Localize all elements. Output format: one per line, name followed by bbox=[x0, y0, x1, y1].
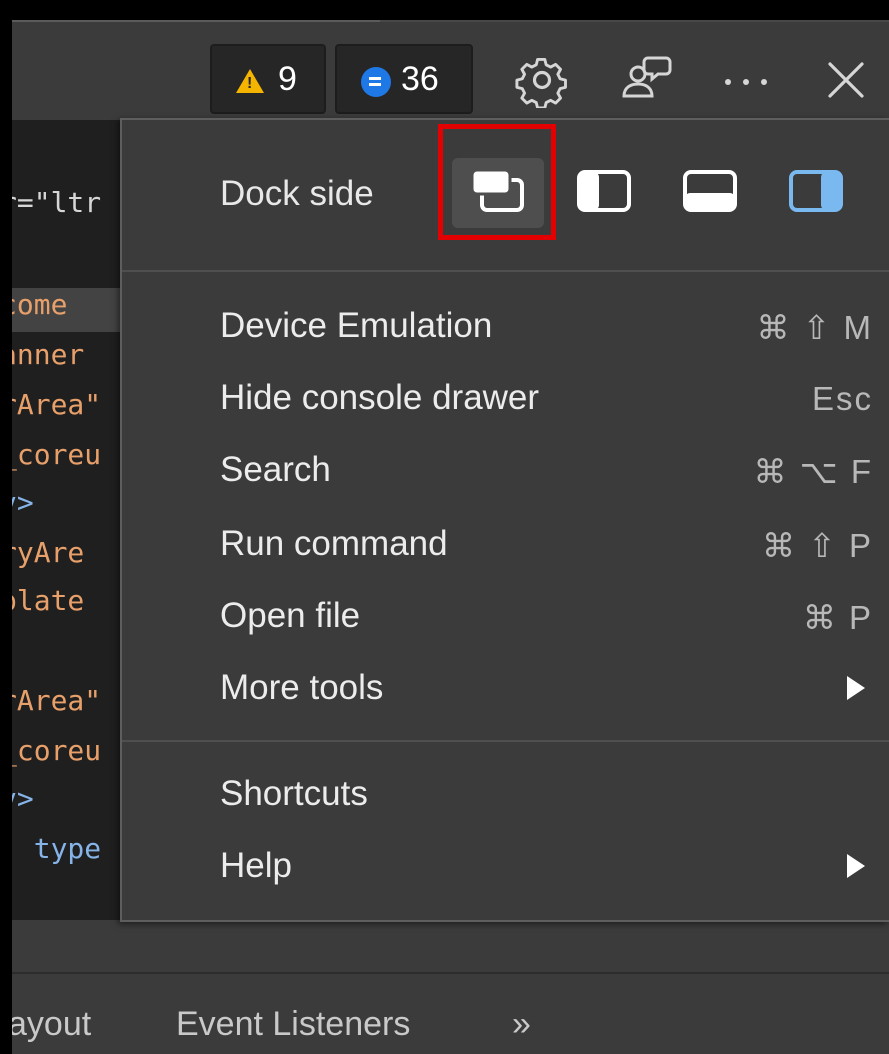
menu-item-run-command[interactable]: Run command ⌘ ⇧ P bbox=[122, 508, 889, 580]
gear-icon[interactable] bbox=[514, 52, 570, 108]
menu-item-label: Open file bbox=[220, 596, 361, 635]
menu-item-more-tools[interactable]: More tools bbox=[122, 652, 889, 724]
menu-item-label: Hide console drawer bbox=[220, 378, 540, 417]
annotation-highlight bbox=[438, 124, 556, 240]
menu-item-search[interactable]: Search ⌘ ⌥ F bbox=[122, 434, 889, 506]
top-border-right bbox=[380, 20, 889, 22]
more-tabs-button[interactable]: » bbox=[512, 1005, 531, 1044]
menu-item-hide-console-drawer[interactable]: Hide console drawer Esc bbox=[122, 362, 889, 434]
menu-item-label: Run command bbox=[220, 524, 448, 563]
submenu-arrow-icon bbox=[847, 854, 865, 878]
menu-item-shortcut: ⌘ ⌥ F bbox=[753, 453, 873, 490]
warnings-count: 9 bbox=[278, 59, 297, 98]
submenu-arrow-icon bbox=[847, 676, 865, 700]
tabbar-border bbox=[12, 972, 889, 974]
dock-right-icon bbox=[788, 169, 844, 218]
code-line: rArea" bbox=[0, 684, 102, 717]
code-line: anner bbox=[0, 338, 85, 371]
warnings-badge[interactable]: 9 bbox=[210, 44, 326, 114]
feedback-icon[interactable] bbox=[618, 52, 674, 108]
code-line: plate bbox=[0, 584, 85, 617]
dock-bottom-icon bbox=[682, 169, 738, 218]
menu-item-shortcut: ⌘ ⇧ P bbox=[762, 527, 873, 564]
code-line: _coreu bbox=[0, 438, 102, 471]
menu-item-shortcut: Esc bbox=[811, 380, 873, 417]
menu-item-label: Search bbox=[220, 450, 331, 489]
menu-separator bbox=[122, 270, 889, 272]
code-pane: r="ltr come anner rArea" _coreu v> ryAre… bbox=[0, 120, 120, 920]
messages-count: 36 bbox=[401, 59, 439, 98]
menu-item-device-emulation[interactable]: Device Emulation ⌘ ⇧ M bbox=[122, 290, 889, 362]
warning-icon bbox=[236, 69, 264, 93]
messages-badge[interactable]: 36 bbox=[335, 44, 473, 114]
tab-layout[interactable]: ayout bbox=[8, 1005, 91, 1044]
code-line: _coreu bbox=[0, 734, 102, 767]
message-icon bbox=[361, 67, 391, 97]
menu-item-label: Help bbox=[220, 846, 292, 885]
close-icon[interactable] bbox=[818, 52, 874, 108]
menu-separator bbox=[122, 740, 889, 742]
window-edge bbox=[0, 0, 12, 1054]
menu-item-open-file[interactable]: Open file ⌘ P bbox=[122, 580, 889, 652]
code-line: ' type bbox=[0, 832, 102, 865]
tab-event-listeners[interactable]: Event Listeners bbox=[176, 1005, 410, 1044]
dock-right-button[interactable] bbox=[770, 158, 862, 228]
dock-left-button[interactable] bbox=[558, 158, 650, 228]
dock-bottom-button[interactable] bbox=[664, 158, 756, 228]
dock-side-label: Dock side bbox=[220, 174, 374, 213]
menu-item-label: Device Emulation bbox=[220, 306, 493, 345]
code-line: r="ltr bbox=[0, 186, 102, 219]
menu-item-shortcuts[interactable]: Shortcuts bbox=[122, 758, 889, 830]
menu-item-help[interactable]: Help bbox=[122, 830, 889, 902]
menu-item-label: Shortcuts bbox=[220, 774, 368, 813]
menu-item-shortcut: ⌘ P bbox=[802, 599, 873, 636]
window-top bbox=[0, 0, 889, 20]
dock-left-icon bbox=[576, 169, 632, 218]
menu-item-shortcut: ⌘ ⇧ M bbox=[756, 309, 873, 346]
code-line: rArea" bbox=[0, 388, 102, 421]
menu-item-label: More tools bbox=[220, 668, 384, 707]
more-icon[interactable] bbox=[718, 52, 774, 108]
code-line: ryAre bbox=[0, 536, 85, 569]
